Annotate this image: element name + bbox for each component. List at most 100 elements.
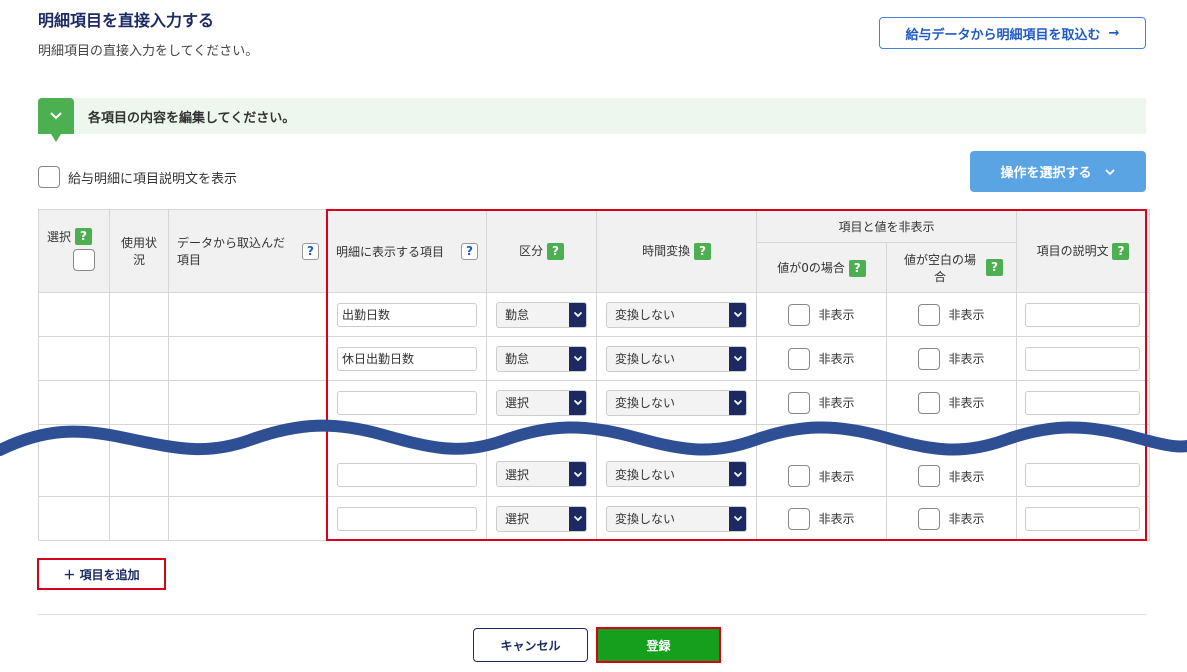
header-hide-zero: 値が0の場合 ? — [756, 242, 887, 293]
item-name-input[interactable]: 出勤日数 — [337, 302, 477, 327]
show-description-checkbox[interactable] — [38, 166, 60, 188]
row-item-cell — [327, 496, 487, 541]
time-conversion-select[interactable]: 変換しない — [606, 301, 747, 328]
header-description: 項目の説明文 ? — [1016, 209, 1150, 293]
hide-zero-label: 非表示 — [818, 352, 855, 366]
category-value: 選択 — [505, 512, 530, 526]
help-icon[interactable]: ? — [546, 243, 564, 260]
description-input[interactable] — [1025, 302, 1140, 327]
omission-wave — [0, 419, 1187, 456]
operations-select-button[interactable]: 操作を選択する — [970, 151, 1146, 192]
row-hide-blank-cell: 非表示 — [886, 496, 1017, 541]
hide-zero-checkbox[interactable] — [788, 347, 811, 370]
time-conversion-value: 変換しない — [615, 467, 676, 482]
row-usage-cell — [109, 292, 169, 337]
item-name-input[interactable] — [337, 506, 477, 531]
header-display-item-label: 明細に表示する項目 — [336, 244, 445, 259]
hide-blank-checkbox[interactable] — [918, 347, 941, 370]
cancel-button[interactable]: キャンセル — [473, 628, 588, 662]
row-conversion-cell: 変換しない — [596, 292, 757, 337]
category-select[interactable]: 選択 — [496, 505, 587, 532]
header-select: 選択 ? — [38, 209, 110, 293]
row-hide-blank-cell: 非表示 — [886, 292, 1017, 337]
category-value: 勤怠 — [505, 308, 530, 322]
row-category-cell: 勤怠 — [486, 336, 597, 381]
help-icon[interactable]: ? — [986, 259, 1003, 276]
description-input[interactable] — [1025, 506, 1140, 531]
category-value: 選択 — [505, 467, 530, 482]
row-hide-zero-cell: 非表示 — [756, 292, 887, 337]
help-icon[interactable]: ? — [693, 243, 711, 260]
time-conversion-value: 変換しない — [615, 352, 676, 366]
chevron-down-icon — [729, 506, 746, 531]
chevron-down-icon[interactable] — [38, 98, 74, 142]
help-icon[interactable]: ? — [1112, 243, 1130, 260]
item-name-input[interactable]: 休日出勤日数 — [337, 346, 477, 371]
header-description-label: 項目の説明文 — [1036, 244, 1109, 258]
row-import-cell — [168, 496, 328, 541]
hide-blank-checkbox[interactable] — [918, 303, 941, 326]
category-select[interactable]: 勤怠 — [496, 301, 587, 328]
hide-zero-checkbox[interactable] — [788, 465, 811, 487]
hide-zero-label: 非表示 — [818, 469, 855, 484]
import-from-payroll-button[interactable]: 給与データから明細項目を取込む → — [879, 17, 1146, 49]
row-item-cell: 休日出勤日数 — [327, 336, 487, 381]
hide-zero-checkbox[interactable] — [788, 507, 811, 530]
chevron-down-icon — [569, 302, 586, 327]
row-hide-blank-cell: 非表示 — [886, 336, 1017, 381]
header-usage: 使用状況 — [109, 209, 169, 293]
header-import-item-label: データから取込んだ項目 — [177, 236, 286, 267]
time-conversion-select[interactable]: 変換しない — [606, 345, 747, 372]
hide-zero-label: 非表示 — [818, 512, 855, 526]
footer-divider — [38, 614, 1146, 615]
row-description-cell — [1016, 292, 1150, 337]
row-import-cell — [168, 336, 328, 381]
header-hide-group-label: 項目と値を非表示 — [838, 219, 935, 234]
import-button-label: 給与データから明細項目を取込む — [905, 27, 1101, 43]
header-import-item: データから取込んだ項目 ? — [168, 209, 328, 293]
item-table: 選択 ? 使用状況 データから取込んだ項目 ? 明細に表示する項目 ? 区分 ?… — [38, 209, 1150, 541]
row-select-cell — [38, 336, 110, 381]
chevron-down-icon — [569, 506, 586, 531]
header-category: 区分 ? — [486, 209, 597, 293]
row-usage-cell — [109, 336, 169, 381]
row-usage-cell — [109, 496, 169, 541]
header-time-conversion-label: 時間変換 — [642, 244, 691, 258]
header-display-item: 明細に表示する項目 ? — [327, 209, 487, 293]
help-icon[interactable]: ? — [848, 259, 866, 277]
header-hide-group: 項目と値を非表示 — [756, 209, 1017, 243]
show-description-label: 給与明細に項目説明文を表示 — [68, 171, 238, 187]
category-select[interactable]: 勤怠 — [496, 345, 587, 372]
help-icon[interactable]: ? — [75, 228, 93, 245]
row-conversion-cell: 変換しない — [596, 336, 757, 381]
description-input[interactable] — [1025, 346, 1140, 371]
submit-button[interactable]: 登録 — [596, 627, 721, 663]
hide-zero-checkbox[interactable] — [788, 303, 811, 326]
page-subtitle: 明細項目の直接入力をしてください。 — [38, 44, 259, 59]
row-select-cell — [38, 292, 110, 337]
help-icon[interactable]: ? — [302, 242, 319, 260]
chevron-down-icon — [729, 346, 746, 371]
help-icon[interactable]: ? — [461, 242, 478, 260]
add-item-button[interactable]: ＋ 項目を追加 — [37, 558, 166, 590]
header-category-label: 区分 — [519, 244, 544, 258]
hide-blank-checkbox[interactable] — [918, 507, 941, 530]
page-title: 明細項目を直接入力する — [38, 11, 215, 30]
hide-blank-label: 非表示 — [948, 308, 985, 322]
row-category-cell: 勤怠 — [486, 292, 597, 337]
header-usage-label: 使用状況 — [120, 236, 157, 267]
time-conversion-value: 変換しない — [615, 308, 676, 322]
chevron-down-icon — [569, 346, 586, 371]
row-select-cell — [38, 496, 110, 541]
time-conversion-select[interactable]: 変換しない — [606, 505, 747, 532]
select-all-checkbox[interactable] — [73, 249, 95, 271]
row-import-cell — [168, 292, 328, 337]
hide-blank-checkbox[interactable] — [918, 465, 941, 487]
info-text: 各項目の内容を編集してください。 — [88, 111, 296, 126]
table-row: 出勤日数 勤怠 変換しない 非表示 非表示 — [38, 292, 1150, 337]
chevron-down-icon — [729, 302, 746, 327]
show-description-option[interactable]: 給与明細に項目説明文を表示 — [38, 166, 237, 188]
category-value: 勤怠 — [505, 352, 530, 366]
table-row: 選択 変換しない 非表示 非表示 — [38, 496, 1150, 541]
hide-blank-label: 非表示 — [948, 469, 985, 484]
